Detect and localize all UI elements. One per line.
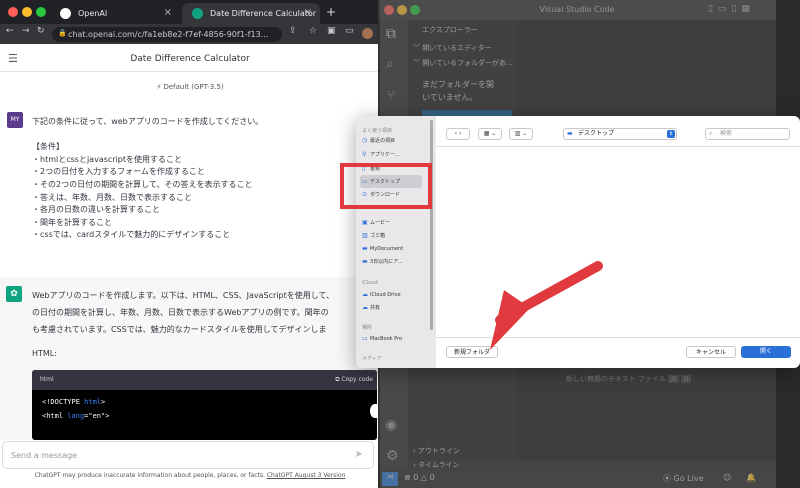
code-line: <!DOCTYPE html> [42,398,106,406]
dialog-search-field[interactable]: ⌕ 検索 [705,128,790,140]
bookmark-star-icon[interactable]: ☆ [309,26,317,36]
sidebar-item-6[interactable]: ▥ ゴミ箱 [362,232,385,239]
chat-title: Date Difference Calculator [130,54,250,64]
chatgpt-favicon-icon [192,8,203,19]
back-forward-buttons[interactable]: ‹ › [446,128,470,140]
user-line: ・cssでは、cardスタイルで魅力的にデザインすること [32,230,231,240]
close-tab-icon[interactable]: × [164,7,172,18]
movie-icon: ▣ [362,219,368,226]
media-header: メディア [362,356,382,362]
search-icon: ⌕ [709,130,713,137]
code-language: html [40,376,54,383]
folder-icon: ▬ [567,130,573,137]
stepper-icon: ⇕ [667,130,675,138]
reload-icon[interactable]: ↻ [37,26,45,36]
location-popup[interactable]: ▬ デスクトップ ⇕ [563,128,677,140]
group-button[interactable]: ▥ ⌄ [509,128,533,140]
tab-date-difference[interactable]: Date Difference Calculator × [182,3,320,24]
send-icon[interactable]: ➤ [355,449,363,460]
locations-header: 場所 [362,325,373,331]
extension-icon[interactable]: ▣ [327,26,336,36]
lock-icon: 🔒 [58,29,67,37]
icloud-item-1[interactable]: ☁ 共有 [362,304,380,311]
trash-icon: ▥ [362,232,368,239]
cancel-button[interactable]: キャンセル [686,346,736,358]
sidebar-item-5[interactable]: ▣ ムービー [362,219,390,226]
back-icon[interactable]: ← [6,26,14,36]
folder-icon: ▬ [362,245,368,252]
model-label: ⚡ Default (GPT-3.5) [156,83,224,91]
icloud-item-0[interactable]: ☁ iCloud Drive [362,291,401,298]
openai-favicon-icon [60,8,71,19]
favorites-header: よく使う項目 [362,128,393,134]
folder-icon: ▬ [362,258,368,265]
user-line: 【条件】 [32,142,64,152]
toolbar-divider [436,146,800,147]
laptop-icon: ▭ [362,335,368,342]
sidebar-item-0[interactable]: ◷ 最近の項目 [362,137,395,144]
sidebar-item-1[interactable]: ⚲ アプリケー... [362,151,400,158]
cloud-icon: ☁ [362,291,368,298]
zoom-window-button[interactable] [36,7,46,17]
user-line: ・htmlとcssとjavascriptを使用すること [32,154,183,164]
minimize-window-button[interactable] [22,7,32,17]
tab-label: Date Difference Calculator [210,9,317,18]
close-window-button[interactable] [8,7,18,17]
user-line: 下記の条件に従って、webアプリのコードを作成してください。 [32,117,264,126]
assistant-line: も考慮されています。CSSでは、魅力的なカードスタイルを使用してデザインしま [32,325,327,334]
html-heading: HTML: [32,349,57,358]
code-line: <html lang="en"> [42,412,110,420]
profile-avatar[interactable] [362,28,373,39]
open-button[interactable]: 開く [741,346,791,358]
assistant-line: の日付の期間を計算し、年数、月数、日数で表示するWebアプリの例です。閏年の [32,308,329,317]
message-placeholder: Send a message [11,451,78,460]
user-line: ・2つの日付を入力するフォームを作成すること [32,167,205,177]
url-field[interactable]: chat.openai.com/c/fa1eb8e2-f7ef-4856-90f… [52,27,282,42]
footer-disclaimer: ChatGPT may produce inaccurate informati… [34,472,346,479]
clock-icon: ◷ [362,137,368,144]
apps-icon: ⚲ [362,151,367,158]
tab-label: OpenAI [78,9,108,18]
location-item-0[interactable]: ▭ MacBook Pro [362,335,402,342]
icloud-header: iCloud [362,280,378,286]
highlight-box [340,163,432,209]
sidebar-icon[interactable]: ▭ [345,26,354,36]
new-tab-button[interactable]: + [326,5,336,19]
forward-icon[interactable]: → [22,26,30,36]
share-icon[interactable]: ⇪ [289,26,297,36]
message-input[interactable]: Send a message ➤ [2,441,374,469]
user-line: ・その2つの日付の期間を計算して、その答えを表示すること [32,180,253,189]
user-avatar: MY [7,112,23,128]
version-link[interactable]: ChatGPT August 3 Version [267,472,346,479]
icon-view-button[interactable]: ▦ ⌄ [478,128,502,140]
user-line: ・閏年を計算すること [32,217,112,227]
assistant-line: Webアプリのコードを作成します。以下は、HTML、CSS、JavaScript… [32,291,335,300]
tab-openai[interactable]: OpenAI × [50,3,180,24]
annotation-arrow [490,261,603,350]
user-line: ・答えは、年数、月数、日数で表示すること [32,192,192,202]
user-line: ・各月の日数の違いを計算すること [32,205,160,215]
cloud-icon: ☁ [362,304,368,311]
close-tab-icon[interactable]: × [304,7,312,18]
sidebar-item-7[interactable]: ▬ MyDocument [362,245,403,252]
copy-code-button[interactable]: ⧉ Copy code [335,376,373,384]
code-block-header: html ⧉ Copy code [32,370,377,390]
sidebar-item-8[interactable]: ▬ 3日以内にア... [362,258,403,265]
chatgpt-logo-icon: ✿ [6,286,22,302]
